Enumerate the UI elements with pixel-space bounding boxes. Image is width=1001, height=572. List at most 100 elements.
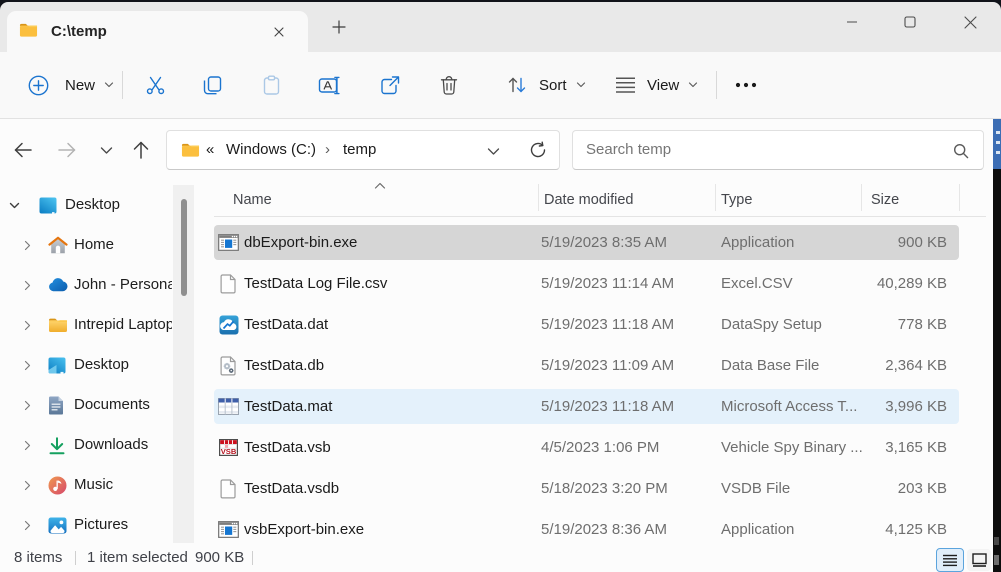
titlebar: C:\temp (0, 2, 1001, 52)
file-row[interactable]: TestData.dat 5/19/2023 11:18 AM DataSpy … (214, 304, 959, 345)
sidebar-item[interactable]: John - Persona (0, 265, 172, 305)
onedrive-icon (48, 265, 68, 305)
status-bar: 8 items 1 item selected 900 KB (0, 545, 1001, 572)
file-type: Application (721, 509, 794, 550)
column-header-type[interactable]: Type (721, 181, 752, 219)
column-header-name[interactable]: Name (233, 181, 272, 219)
chevron-right-icon[interactable] (22, 440, 33, 451)
home-icon (48, 225, 68, 265)
maximize-button[interactable] (887, 2, 933, 42)
sidebar-item[interactable]: Pictures (0, 505, 172, 545)
file-size: 203 KB (861, 468, 947, 509)
file-date-modified: 5/19/2023 11:14 AM (541, 263, 674, 304)
sidebar-scrollbar[interactable] (173, 185, 194, 543)
chevron-right-icon[interactable] (22, 400, 33, 411)
file-row[interactable]: TestData.vsdb 5/18/2023 3:20 PM VSDB Fil… (214, 468, 959, 509)
file-row[interactable]: TestData.mat 5/19/2023 11:18 AM Microsof… (214, 386, 959, 427)
file-type: Microsoft Access T... (721, 386, 857, 427)
file-date-modified: 4/5/2023 1:06 PM (541, 427, 659, 468)
file-name: TestData.mat (244, 386, 332, 427)
delete-button[interactable] (439, 52, 459, 118)
share-icon (379, 75, 401, 96)
file-row[interactable]: TestData.db 5/19/2023 11:09 AM Data Base… (214, 345, 959, 386)
application-icon (218, 222, 239, 263)
forward-button[interactable] (52, 135, 82, 165)
file-explorer-window: C:\temp New (0, 2, 1001, 572)
search-icon[interactable] (953, 143, 969, 159)
details-view-button[interactable] (936, 548, 964, 572)
tab-close-button[interactable] (265, 18, 293, 45)
file-row[interactable]: VSB TestData.vsb 4/5/2023 1:06 PM Vehicl… (214, 427, 959, 468)
command-bar: New Sort View (0, 52, 1001, 119)
file-type: Excel.CSV (721, 263, 793, 304)
address-bar[interactable]: « Windows (C:) › temp (166, 130, 560, 170)
file-date-modified: 5/19/2023 11:09 AM (541, 345, 674, 386)
sidebar-item[interactable]: Home (0, 225, 172, 265)
pictures-icon (48, 505, 67, 545)
close-button[interactable] (947, 2, 993, 42)
breadcrumb-drive[interactable]: Windows (C:) (226, 131, 316, 169)
copy-button[interactable] (202, 52, 223, 118)
search-box[interactable]: Search temp (572, 130, 984, 170)
sidebar-item[interactable]: Desktop (0, 185, 172, 225)
large-icons-view-button[interactable] (967, 549, 991, 571)
tab-c-temp[interactable]: C:\temp (7, 11, 308, 52)
breadcrumb-current[interactable]: temp (343, 131, 376, 169)
paste-button[interactable] (261, 52, 282, 118)
new-button[interactable]: New (28, 52, 114, 118)
file-row[interactable]: TestData Log File.csv 5/19/2023 11:14 AM… (214, 263, 959, 304)
chevron-right-icon[interactable] (22, 320, 33, 331)
breadcrumb-overflow[interactable]: « (206, 131, 214, 169)
column-divider[interactable] (538, 184, 539, 211)
rename-button[interactable] (318, 52, 342, 118)
sidebar-item-label: Desktop (65, 185, 120, 225)
address-dropdown-button[interactable] (487, 145, 500, 158)
chevron-right-icon[interactable] (22, 520, 33, 531)
column-header-date-modified[interactable]: Date modified (544, 181, 633, 219)
sort-icon (507, 75, 527, 95)
more-options-button[interactable] (735, 52, 757, 118)
downloads-icon (48, 425, 66, 465)
desktop-background: { "colors": { "accent_blue": "#1b74cf", … (0, 0, 1001, 572)
new-tab-button[interactable] (324, 13, 354, 41)
back-button[interactable] (8, 135, 38, 165)
sidebar-item[interactable]: Desktop (0, 345, 172, 385)
file-name: TestData.vsdb (244, 468, 339, 509)
cut-button[interactable] (145, 52, 166, 118)
file-row[interactable]: vsbExport-bin.exe 5/19/2023 8:36 AM Appl… (214, 509, 959, 550)
chevron-right-icon[interactable] (22, 240, 33, 251)
sidebar-item-label: Home (74, 225, 114, 265)
sidebar-item[interactable]: Documents (0, 385, 172, 425)
column-header-size[interactable]: Size (871, 181, 899, 219)
refresh-button[interactable] (529, 141, 547, 159)
column-divider[interactable] (715, 184, 716, 211)
sort-button[interactable]: Sort (507, 52, 586, 118)
chevron-right-icon[interactable] (22, 280, 33, 291)
share-button[interactable] (379, 52, 401, 118)
toolbar-divider (716, 71, 717, 99)
file-name: TestData.dat (244, 304, 328, 345)
file-name: vsbExport-bin.exe (244, 509, 364, 550)
chevron-right-icon[interactable] (22, 480, 33, 491)
file-list: Name Date modified Type Size (214, 181, 986, 217)
sidebar-item[interactable]: Downloads (0, 425, 172, 465)
column-divider[interactable] (959, 184, 960, 211)
view-button-label: View (647, 77, 679, 94)
recent-locations-button[interactable] (91, 135, 121, 165)
column-divider[interactable] (861, 184, 862, 211)
sidebar-item[interactable]: Music (0, 465, 172, 505)
sidebar-item-label: Intrepid Laptop (74, 305, 172, 345)
view-button[interactable]: View (615, 52, 698, 118)
file-row[interactable]: dbExport-bin.exe 5/19/2023 8:35 AM Appli… (214, 222, 959, 263)
desktop-icon (39, 185, 57, 225)
minimize-button[interactable] (829, 2, 875, 42)
view-icon (615, 76, 636, 94)
item-count: 8 items (14, 545, 62, 571)
sidebar-scrollbar-thumb[interactable] (181, 199, 187, 296)
sidebar-item[interactable]: Intrepid Laptop (0, 305, 172, 345)
vsb-icon: VSB (218, 427, 239, 468)
chevron-right-icon[interactable] (22, 360, 33, 371)
application-icon (218, 509, 239, 550)
up-button[interactable] (126, 135, 156, 165)
chevron-down-icon[interactable] (9, 200, 20, 211)
